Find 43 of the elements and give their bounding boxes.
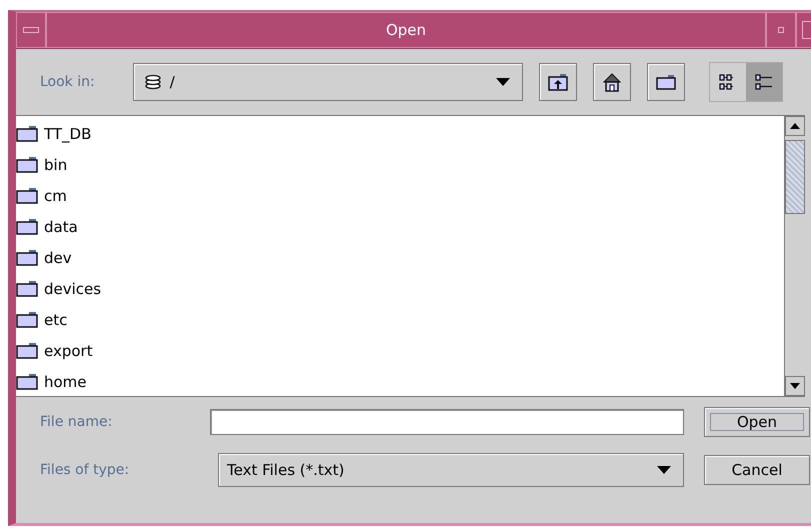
- folder-icon: [16, 311, 38, 328]
- file-item[interactable]: etc: [44, 310, 68, 328]
- folder-icon: [16, 280, 38, 297]
- look-in-dropdown[interactable]: /: [132, 63, 523, 101]
- toolbar-button[interactable]: [646, 63, 685, 101]
- toolbar-button[interactable]: [538, 63, 577, 101]
- file-item[interactable]: cm: [44, 186, 67, 204]
- folder-icon: [16, 249, 38, 266]
- folder-icon: [16, 125, 38, 142]
- view-mode-button[interactable]: [746, 63, 782, 101]
- scroll-thumb[interactable]: [785, 140, 805, 214]
- folder-up-icon: [548, 73, 568, 91]
- folder-icon: [16, 187, 38, 204]
- toolbar-button[interactable]: [592, 63, 631, 101]
- scroll-up-icon: [790, 123, 800, 129]
- file-item[interactable]: home: [44, 372, 87, 390]
- file-type-label: Files of type:: [40, 462, 130, 478]
- scrollbar[interactable]: [784, 116, 805, 396]
- look-in-label: Look in:: [40, 74, 95, 90]
- file-item[interactable]: dev: [44, 248, 72, 266]
- window-title: Open: [386, 21, 426, 39]
- details-view-icon: [754, 74, 773, 90]
- file-item[interactable]: data: [44, 218, 78, 236]
- dropdown-arrow-icon: [657, 466, 671, 474]
- file-item[interactable]: export: [44, 342, 93, 360]
- folder-icon: [16, 373, 38, 390]
- folder-icon: [16, 156, 38, 173]
- file-item[interactable]: bin: [44, 156, 68, 174]
- cancel-button[interactable]: Cancel: [704, 455, 810, 485]
- open-button[interactable]: Open: [704, 407, 810, 437]
- dropdown-arrow-icon: [496, 78, 510, 86]
- drive-icon: [144, 74, 162, 90]
- home-icon: [602, 72, 622, 92]
- file-name-label: File name:: [40, 414, 114, 430]
- new-folder-icon: [656, 74, 676, 90]
- folder-icon: [16, 342, 38, 359]
- scroll-down-icon: [790, 383, 800, 389]
- file-item[interactable]: TT_DB: [44, 124, 92, 142]
- folder-icon: [16, 218, 38, 235]
- window-menu-button[interactable]: [16, 12, 46, 48]
- file-item[interactable]: devices: [44, 280, 102, 298]
- file-type-dropdown[interactable]: Text Files (*.txt): [218, 453, 684, 487]
- file-name-field[interactable]: [210, 409, 684, 435]
